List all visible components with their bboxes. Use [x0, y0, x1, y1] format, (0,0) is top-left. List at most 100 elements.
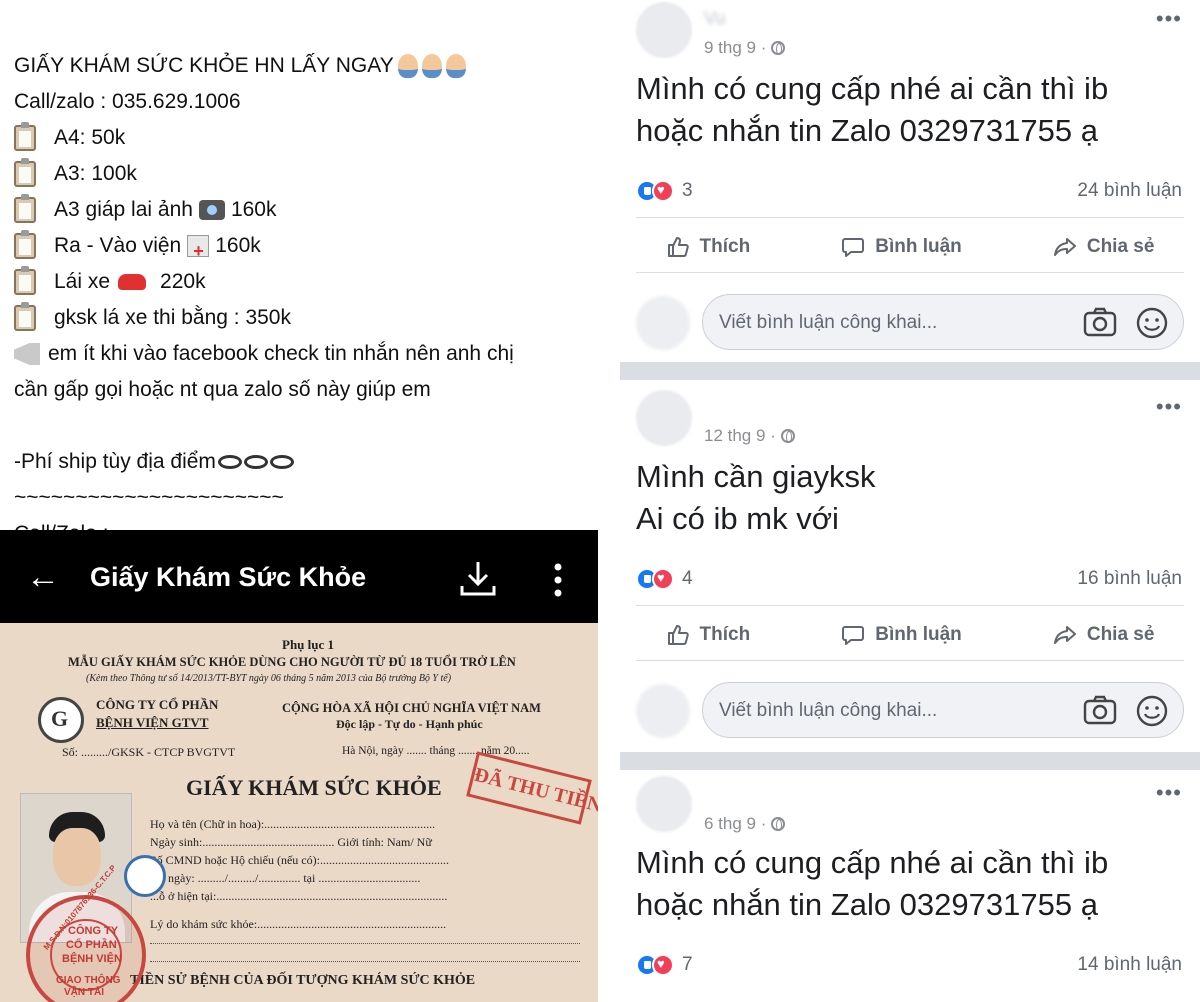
download-icon[interactable]: [458, 558, 498, 598]
doctor-icon: [445, 54, 466, 78]
reaction-count: 4: [682, 568, 693, 589]
comment-button[interactable]: Bình luận: [841, 623, 962, 647]
thumbs-up-icon: [667, 237, 689, 257]
post-separator: [620, 752, 1200, 770]
camera-icon[interactable]: [1083, 695, 1117, 725]
comment-count[interactable]: 24 bình luận: [1077, 180, 1182, 202]
post-actions: Thích Bình luận Chia sẻ: [620, 224, 1200, 270]
certificate-title: GIẤY KHÁM SỨC KHỎE: [186, 775, 442, 800]
comment-composer: [620, 294, 1200, 354]
circular-note: (Kèm theo Thông tư số 14/2013/TT-BYT ngà…: [86, 673, 452, 684]
comment-bubble-icon: [842, 626, 865, 645]
price-item: Lái xe 220k: [14, 264, 594, 300]
thumbs-up-icon: [667, 625, 689, 645]
ad-screenshot-panel: GIẤY KHÁM SỨC KHỎE HN LẤY NGAY Call/zalo…: [0, 0, 600, 1002]
post-meta: 12 thg 9 ·: [704, 426, 795, 446]
form-field: Lý do khám sức khỏe:....................…: [150, 917, 447, 931]
author-avatar[interactable]: [636, 776, 692, 832]
comment-input-box[interactable]: [702, 682, 1184, 738]
post-actions: Thích Bình luận Chia sẻ: [620, 612, 1200, 658]
form-field: ...o ngày: ........./........./.........…: [150, 871, 421, 885]
author-name[interactable]: Vu: [704, 8, 725, 29]
like-button[interactable]: Thích: [666, 235, 750, 259]
viewer-avatar: [636, 684, 690, 738]
reaction-count: 3: [682, 180, 693, 201]
megaphone-icon: [14, 343, 40, 365]
doctor-icon: [421, 54, 442, 78]
price-item: A3 giáp lai ảnh 160k: [14, 192, 594, 228]
clipboard-icon: [14, 194, 36, 223]
reaction-summary[interactable]: 4: [636, 568, 693, 590]
comment-count[interactable]: 16 bình luận: [1077, 568, 1182, 590]
health-certificate-document: Phụ lục 1 MẪU GIẤY KHÁM SỨC KHỎE DÙNG CH…: [0, 623, 598, 1002]
clipboard-icon: [14, 158, 36, 187]
phone-title: Giấy Khám Sức Khỏe: [90, 562, 367, 592]
comment-bubble-icon: [842, 238, 865, 257]
hospital-logo: [38, 697, 84, 743]
price-item: Ra - Vào viện 160k: [14, 228, 594, 269]
motorbike-icon: [217, 455, 242, 469]
comment-input-box[interactable]: [702, 294, 1184, 350]
share-button[interactable]: Chia sẻ: [1053, 235, 1154, 259]
clipboard-icon: [14, 230, 36, 259]
car-icon: [118, 274, 147, 290]
comment-input[interactable]: [719, 697, 1059, 725]
viewer-avatar: [636, 296, 690, 350]
divider: [636, 660, 1184, 661]
like-button[interactable]: Thích: [666, 623, 750, 647]
share-button[interactable]: Chia sẻ: [1053, 623, 1154, 647]
post-card: Vu 9 thg 9 · ••• Mình có cung cấp nhé ai…: [620, 0, 1200, 362]
globe-icon: [780, 429, 795, 443]
dotted-line: [150, 943, 580, 944]
nation-title: CỘNG HÒA XÃ HỘI CHỦ NGHĨA VIỆT NAM: [282, 701, 541, 715]
love-reaction-icon: [652, 180, 674, 202]
form-field: Họ và tên (Chữ in hoa):.................…: [150, 817, 436, 831]
reaction-summary[interactable]: 3: [636, 180, 693, 202]
post-separator: [620, 362, 1200, 380]
comment-composer: [620, 682, 1200, 742]
post-meta: 9 thg 9 ·: [704, 38, 786, 58]
more-vertical-icon[interactable]: [552, 562, 564, 598]
clipboard-icon: [14, 122, 36, 151]
post-body: Mình cần giayksk Ai có ib mk với: [636, 459, 876, 536]
divider: [636, 272, 1184, 273]
back-arrow-icon[interactable]: ←: [26, 560, 60, 594]
hospital-icon: [187, 233, 210, 269]
author-avatar[interactable]: [636, 2, 692, 58]
clipboard-icon: [14, 302, 36, 331]
share-arrow-icon: [1053, 238, 1076, 256]
share-arrow-icon: [1053, 626, 1076, 644]
reaction-summary[interactable]: 7: [636, 954, 693, 976]
love-reaction-icon: [652, 568, 674, 590]
globe-icon: [771, 817, 786, 831]
post-card: 12 thg 9 · ••• Mình cần giayksk Ai có ib…: [620, 380, 1200, 752]
globe-icon: [771, 41, 786, 55]
comment-count[interactable]: 14 bình luận: [1077, 954, 1182, 976]
post-body: Mình có cung cấp nhé ai cần thì ib hoặc …: [636, 71, 1109, 148]
form-field: ...ỗ ở hiện tại:........................…: [150, 889, 448, 903]
ad-divider: ~~~~~~~~~~~~~~~~~~~~~~: [14, 486, 284, 509]
doctor-icon: [397, 54, 418, 78]
more-options-icon[interactable]: •••: [1156, 782, 1182, 804]
camera-flash-icon: [198, 200, 225, 220]
comment-button[interactable]: Bình luận: [841, 235, 962, 259]
author-avatar[interactable]: [636, 390, 692, 446]
motorbike-icon: [243, 455, 268, 469]
divider: [636, 217, 1184, 218]
comment-input[interactable]: [719, 309, 1059, 337]
ad-text: GIẤY KHÁM SỨC KHỎE HN LẤY NGAY Call/zalo…: [14, 48, 594, 552]
form-field: Ngày sinh:..............................…: [150, 835, 432, 849]
nation-motto: Độc lập - Tự do - Hạnh phúc: [336, 717, 483, 731]
emoji-smile-icon[interactable]: [1135, 694, 1169, 728]
more-options-icon[interactable]: •••: [1156, 396, 1182, 418]
motorbike-icon: [269, 455, 294, 469]
company-name-1: CÔNG TY CỔ PHẦN: [96, 697, 219, 712]
gtvt-seal-icon: [124, 855, 166, 897]
divider: [636, 605, 1184, 606]
document-number: Số: ........./GKSK - CTCP BVGTVT: [62, 745, 236, 759]
ad-blank-line: [14, 408, 594, 444]
camera-icon[interactable]: [1083, 307, 1117, 337]
post-body: Mình có cung cấp nhé ai cần thì ib hoặc …: [636, 845, 1109, 922]
more-options-icon[interactable]: •••: [1156, 8, 1182, 30]
emoji-smile-icon[interactable]: [1135, 306, 1169, 340]
